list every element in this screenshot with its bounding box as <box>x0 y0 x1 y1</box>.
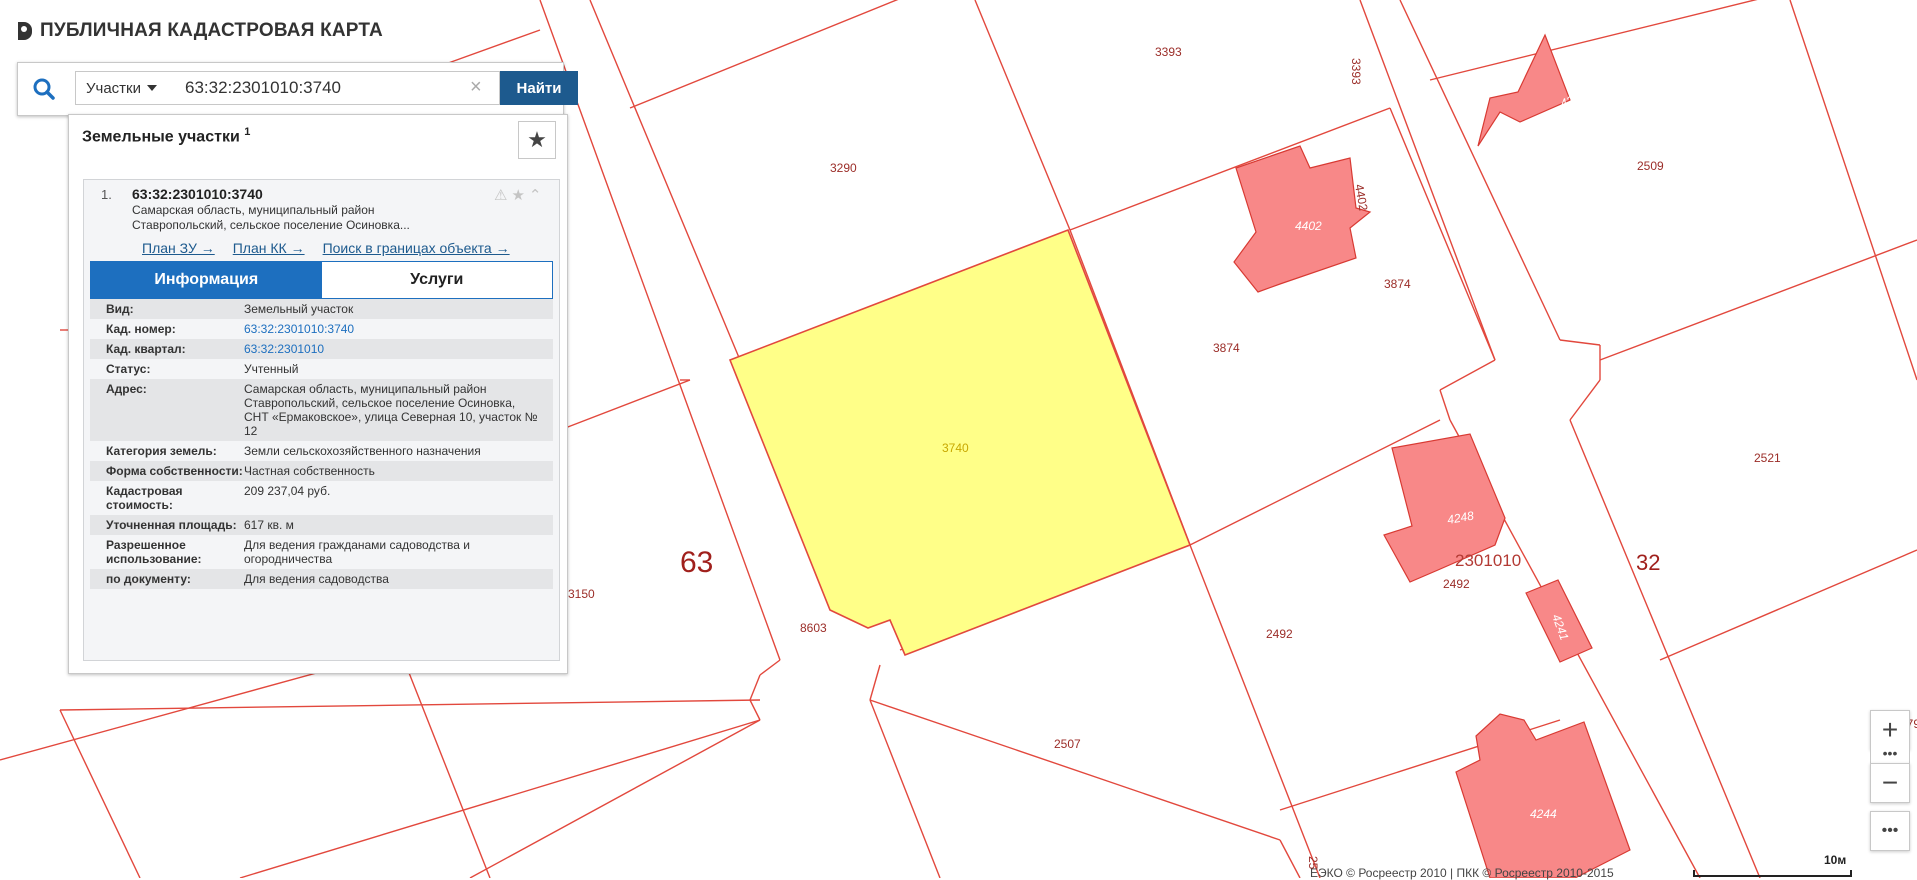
svg-text:3290: 3290 <box>830 161 857 175</box>
warning-icon[interactable]: ⚠ <box>494 186 507 204</box>
svg-text:4402: 4402 <box>1295 219 1322 233</box>
svg-text:2492: 2492 <box>1443 577 1470 591</box>
svg-text:8603: 8603 <box>800 621 827 635</box>
cad-quarter-link[interactable]: 63:32:2301010 <box>244 342 544 356</box>
result-tabs: Информация Услуги <box>90 261 553 299</box>
favorite-button[interactable]: ★ <box>518 121 556 159</box>
svg-text:3393: 3393 <box>1349 58 1363 85</box>
app-header: ПУБЛИЧНАЯ КАДАСТРОВАЯ КАРТА <box>18 20 383 42</box>
result-address: Самарская область, муниципальный район С… <box>132 203 410 232</box>
chevron-down-icon <box>147 85 157 91</box>
scale-bar <box>1693 870 1852 877</box>
info-row-address: Адрес: Самарская область, муниципальный … <box>90 379 553 441</box>
results-panel: Земельные участки 1 ★ 1. 63:32:2301010:3… <box>68 114 568 674</box>
result-card[interactable]: 1. 63:32:2301010:3740 Самарская область,… <box>83 179 560 661</box>
scale-label: 10м <box>1824 853 1847 867</box>
link-plan-kk[interactable]: План КК → <box>233 240 305 256</box>
search-type-label: Участки <box>86 79 141 97</box>
info-row-by-document: по документу: Для ведения садоводства <box>90 569 553 589</box>
svg-text:2521: 2521 <box>1754 451 1781 465</box>
cad-number-link[interactable]: 63:32:2301010:3740 <box>244 322 544 336</box>
zoom-level-indicator[interactable]: ••• <box>1870 746 1910 764</box>
info-row-land-category: Категория земель: Земли сельскохозяйстве… <box>90 441 553 461</box>
info-row-cad-number: Кад. номер: 63:32:2301010:3740 <box>90 319 553 339</box>
svg-text:3150: 3150 <box>568 587 595 601</box>
logo-icon <box>18 22 32 40</box>
svg-text:2301010: 2301010 <box>1455 551 1521 570</box>
card-actions: ⚠ ★ ⌃ <box>494 186 541 204</box>
search-icon[interactable] <box>30 75 58 103</box>
info-row-permitted-use: Разрешенное использование: Для ведения г… <box>90 535 553 569</box>
results-count: 1 <box>244 126 251 138</box>
close-icon[interactable]: × <box>470 77 482 97</box>
info-row-cad-value: Кадастровая стоимость: 209 237,04 руб. <box>90 481 553 515</box>
star-icon: ★ <box>527 127 547 152</box>
star-icon[interactable]: ★ <box>511 186 524 204</box>
svg-text:4244: 4244 <box>1530 807 1557 821</box>
buildings <box>1233 33 1631 878</box>
zoom-in-button[interactable]: + <box>1870 710 1910 750</box>
link-search-in-bounds[interactable]: Поиск в границах объекта → <box>323 240 510 256</box>
svg-text:3393: 3393 <box>1155 45 1182 59</box>
result-index: 1. <box>101 187 112 202</box>
region-number-32: 32 <box>1636 550 1660 575</box>
card-links: План ЗУ → План КК → Поиск в границах объ… <box>142 240 510 256</box>
svg-text:2492: 2492 <box>1266 627 1293 641</box>
search-bar: Участки × Найти <box>17 62 578 116</box>
info-row-status: Статус: Учтенный <box>90 359 553 379</box>
link-plan-zu[interactable]: План ЗУ → <box>142 240 215 256</box>
svg-text:2507: 2507 <box>1054 737 1081 751</box>
search-type-select[interactable]: Участки <box>75 71 170 105</box>
tab-services[interactable]: Услуги <box>321 262 552 298</box>
info-row-cad-quarter: Кад. квартал: 63:32:2301010 <box>90 339 553 359</box>
tab-information[interactable]: Информация <box>91 262 322 298</box>
zoom-out-button[interactable]: − <box>1870 763 1910 803</box>
info-row-ownership: Форма собственности: Частная собственнос… <box>90 461 553 481</box>
svg-text:3874: 3874 <box>1384 277 1411 291</box>
chevron-up-icon[interactable]: ⌃ <box>529 186 542 204</box>
search-input[interactable] <box>169 71 500 105</box>
svg-text:3874: 3874 <box>1213 341 1240 355</box>
results-title: Земельные участки 1 <box>82 126 251 146</box>
search-button[interactable]: Найти <box>500 71 578 105</box>
info-row-area: Уточненная площадь: 617 кв. м <box>90 515 553 535</box>
info-table: Вид: Земельный участок Кад. номер: 63:32… <box>90 299 553 589</box>
region-number-63: 63 <box>680 546 713 579</box>
more-menu-button[interactable]: ••• <box>1870 811 1910 851</box>
app-title: ПУБЛИЧНАЯ КАДАСТРОВАЯ КАРТА <box>40 20 383 41</box>
result-cadastral-number[interactable]: 63:32:2301010:3740 <box>132 186 263 202</box>
svg-text:2509: 2509 <box>1637 159 1664 173</box>
svg-text:3740: 3740 <box>942 441 969 455</box>
info-row-type: Вид: Земельный участок <box>90 299 553 319</box>
